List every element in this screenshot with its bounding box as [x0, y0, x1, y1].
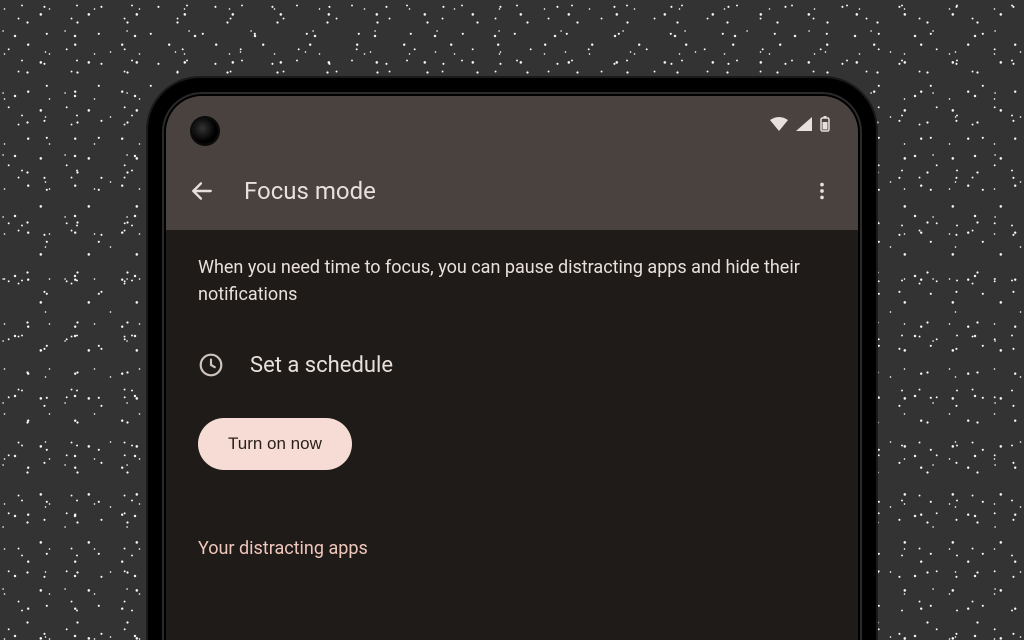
wifi-icon: [770, 117, 788, 131]
app-bar: Focus mode: [166, 152, 858, 230]
back-button[interactable]: [188, 177, 216, 205]
set-schedule-label: Set a schedule: [250, 353, 393, 378]
feature-description: When you need time to focus, you can pau…: [198, 254, 826, 308]
camera-punch-hole: [192, 118, 218, 144]
content-area: When you need time to focus, you can pau…: [166, 230, 858, 583]
clock-icon: [198, 352, 224, 378]
turn-on-now-button[interactable]: Turn on now: [198, 418, 352, 470]
set-schedule-row[interactable]: Set a schedule: [198, 352, 826, 378]
cellular-signal-icon: [796, 117, 812, 131]
phone-screen: Focus mode When you need time to focus, …: [166, 96, 858, 640]
status-bar: [166, 96, 858, 152]
phone-device-frame: Focus mode When you need time to focus, …: [148, 78, 876, 640]
distracting-apps-header: Your distracting apps: [198, 538, 826, 559]
page-title: Focus mode: [244, 177, 780, 205]
overflow-menu-button[interactable]: [808, 177, 836, 205]
battery-icon: [820, 116, 830, 132]
